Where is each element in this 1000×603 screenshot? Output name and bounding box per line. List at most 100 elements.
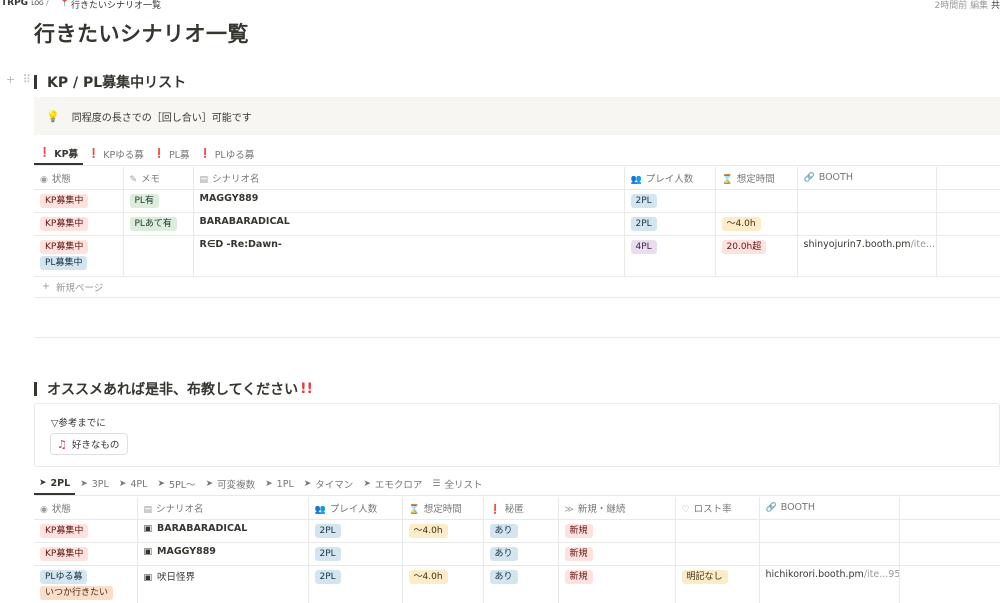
divider [34, 337, 1000, 338]
table-row[interactable]: PLゆる募 いつか行きたい ▣ 吠日怪界 2PL 〜4.0h あり 新規 明記なし … [34, 565, 1000, 603]
toggle-reference[interactable]: ▽参考までに [51, 415, 106, 429]
players-badge: 2PL [630, 193, 657, 208]
alert-icon: ❗ [39, 148, 51, 158]
plus-icon: + [42, 281, 50, 292]
column-header-secret[interactable]: ❗ 秘匿 [483, 497, 559, 520]
table-row[interactable]: KP募集中 ▣ BARABARADICAL 2PL 〜4.0h あり 新規 [34, 519, 1000, 543]
booth-link[interactable]: hichikorori.booth.pm/ite...9558 [759, 565, 900, 603]
tab-kp-casual[interactable]: ❗ KPゆる募 [83, 143, 149, 165]
tab-1pl[interactable]: ➤ 1PL [260, 473, 299, 495]
edit-icon: ✎ [129, 174, 138, 185]
status-badge: KP募集中 [40, 193, 89, 208]
tab-emoklore[interactable]: ➤ エモクロア [358, 473, 427, 495]
column-header-empty [936, 167, 1000, 190]
time-cell [402, 542, 484, 566]
column-header-lost[interactable]: ♡ ロスト率 [675, 497, 760, 520]
exclamation-mark: !! [300, 381, 313, 397]
arrow-icon: ➤ [205, 479, 214, 489]
arrow-icon: ➤ [303, 479, 312, 489]
table-row[interactable]: KP募集中 PL有 MAGGY889 2PL [34, 189, 1000, 213]
heading-bar [34, 382, 37, 396]
recommend-table: ◉ 状態 ▤ シナリオ名 👥 プレイ人数 ⌛ 想定時間 ❗ 秘匿 ≫ 新規・継続 ♡ ロスト率… [34, 497, 1000, 603]
toggle-block: ▽参考までに ♫ 好きなもの [34, 403, 1000, 467]
heading-bar [34, 75, 37, 89]
column-header-memo[interactable]: ✎ メモ [123, 167, 194, 190]
memo-badge: PLあて有 [129, 216, 177, 231]
view-tabs-recruiting: ❗ KP募 ❗ KPゆる募 ❗ PL募 ❗ PLゆる募 [34, 144, 1000, 166]
time-badge: 〜4.0h [408, 569, 448, 584]
heart-icon: ♡ [681, 504, 690, 515]
table-row[interactable]: KP募集中 PL募集中 R∈D -Re:Dawn- 4PL 20.0h超 shin… [34, 235, 1000, 277]
music-note-icon: ♫ [57, 437, 67, 451]
scenario-title[interactable]: BARABARADICAL [193, 212, 625, 236]
lost-badge: 明記なし [681, 569, 728, 584]
heading-text: オススメあれば是非、布教してください [47, 382, 299, 398]
scenario-title[interactable]: ▣ MAGGY889 [137, 542, 309, 566]
secret-badge: あり [489, 523, 518, 538]
players-badge: 2PL [314, 523, 341, 538]
secret-icon: ❗ [489, 504, 501, 515]
status-badge: KP募集中 [40, 239, 89, 254]
tab-5pl[interactable]: ➤ 5PL〜 [152, 473, 200, 495]
column-header-title[interactable]: ▤ シナリオ名 [137, 497, 309, 520]
breadcrumb-page[interactable]: 行きたいシナリオ一覧 [71, 0, 161, 11]
status-badge: いつか行きたい [40, 585, 114, 600]
newcont-badge: 新規 [564, 523, 593, 538]
tab-variable[interactable]: ➤ 可変複数 [201, 473, 261, 495]
section-heading-recruiting: KP / PL募集中リスト [34, 72, 186, 92]
column-header-booth[interactable]: 🔗 BOOTH [797, 167, 937, 190]
column-header-status[interactable]: ◉ 状態 [34, 167, 124, 190]
table-row[interactable]: KP募集中 PLあて有 BARABARADICAL 2PL 〜4.0h [34, 212, 1000, 236]
people-icon: 👥 [314, 504, 326, 515]
alert-icon: ❗ [199, 149, 211, 159]
secret-badge: あり [489, 546, 518, 561]
status-icon: ◉ [40, 174, 48, 185]
column-header-time[interactable]: ⌛ 想定時間 [402, 497, 484, 520]
tab-pl-casual[interactable]: ❗ PLゆる募 [194, 143, 259, 165]
favorites-link[interactable]: ♫ 好きなもの [50, 433, 129, 455]
status-badge: KP募集中 [40, 216, 89, 231]
tab-2pl[interactable]: ➤ 2PL [34, 473, 76, 495]
column-header-players[interactable]: 👥 プレイ人数 [624, 167, 716, 190]
heading-text: KP / PL募集中リスト [47, 75, 187, 91]
tab-4pl[interactable]: ➤ 4PL [114, 473, 153, 495]
breadcrumb-root[interactable]: TRPG LOG [1, 0, 44, 8]
status-badge: PL募集中 [40, 255, 88, 270]
time-cell [715, 189, 798, 213]
scenario-title[interactable]: ▣ BARABARADICAL [137, 519, 309, 543]
players-badge: 4PL [630, 239, 657, 254]
time-badge: 20.0h超 [721, 239, 767, 254]
status-badge: KP募集中 [40, 546, 89, 561]
double-chevron-icon: ≫ [564, 504, 574, 515]
players-badge: 2PL [630, 216, 657, 231]
tab-kp-recruit[interactable]: ❗ KP募 [34, 143, 84, 165]
column-header-booth[interactable]: 🔗 BOOTH [759, 497, 900, 520]
scenario-title[interactable]: ▣ 吠日怪界 [137, 565, 309, 603]
tab-pl-recruit[interactable]: ❗ PL募 [149, 143, 195, 165]
document-icon: ▤ [143, 504, 153, 515]
tab-all-list[interactable]: ☰ 全リスト [427, 473, 487, 495]
column-header-newcont[interactable]: ≫ 新規・継続 [558, 497, 676, 520]
view-tabs-players: ➤ 2PL ➤ 3PL ➤ 4PL ➤ 5PL〜 ➤ 可変複数 ➤ 1PL ➤ タイマン ➤ エ… [34, 474, 1000, 496]
booth-cell [759, 519, 900, 543]
share-button[interactable]: 共 [991, 1, 1000, 11]
scenario-title[interactable]: R∈D -Re:Dawn- [193, 235, 625, 277]
column-header-title[interactable]: ▤ シナリオ名 [193, 167, 625, 190]
column-header-time[interactable]: ⌛ 想定時間 [715, 167, 798, 190]
recruiting-table: ◉ 状態 ✎ メモ ▤ シナリオ名 👥 プレイ人数 ⌛ 想定時間 🔗 BOOTH KP募集中… [34, 167, 1000, 277]
memo-cell [123, 235, 194, 277]
column-header-status[interactable]: ◉ 状態 [34, 497, 138, 520]
drag-handle-icon[interactable]: + ⠿ [6, 73, 33, 86]
scenario-title[interactable]: MAGGY889 [193, 189, 625, 213]
players-badge: 2PL [314, 546, 341, 561]
callout: 💡 同程度の長さでの［回し合い］可能です [34, 97, 1000, 135]
tab-taiman[interactable]: ➤ タイマン [299, 473, 359, 495]
column-header-players[interactable]: 👥 プレイ人数 [308, 497, 403, 520]
table-row[interactable]: KP募集中 ▣ MAGGY889 2PL あり 新規 [34, 542, 1000, 566]
pin-icon: 📍 [59, 0, 71, 8]
booth-link[interactable]: shinyojurin7.booth.pm/ite...177 [797, 235, 937, 277]
tab-3pl[interactable]: ➤ 3PL [75, 473, 114, 495]
new-page-button[interactable]: + 新規ページ [34, 276, 1000, 298]
booth-cell [797, 189, 937, 213]
arrow-icon: ➤ [39, 478, 47, 488]
